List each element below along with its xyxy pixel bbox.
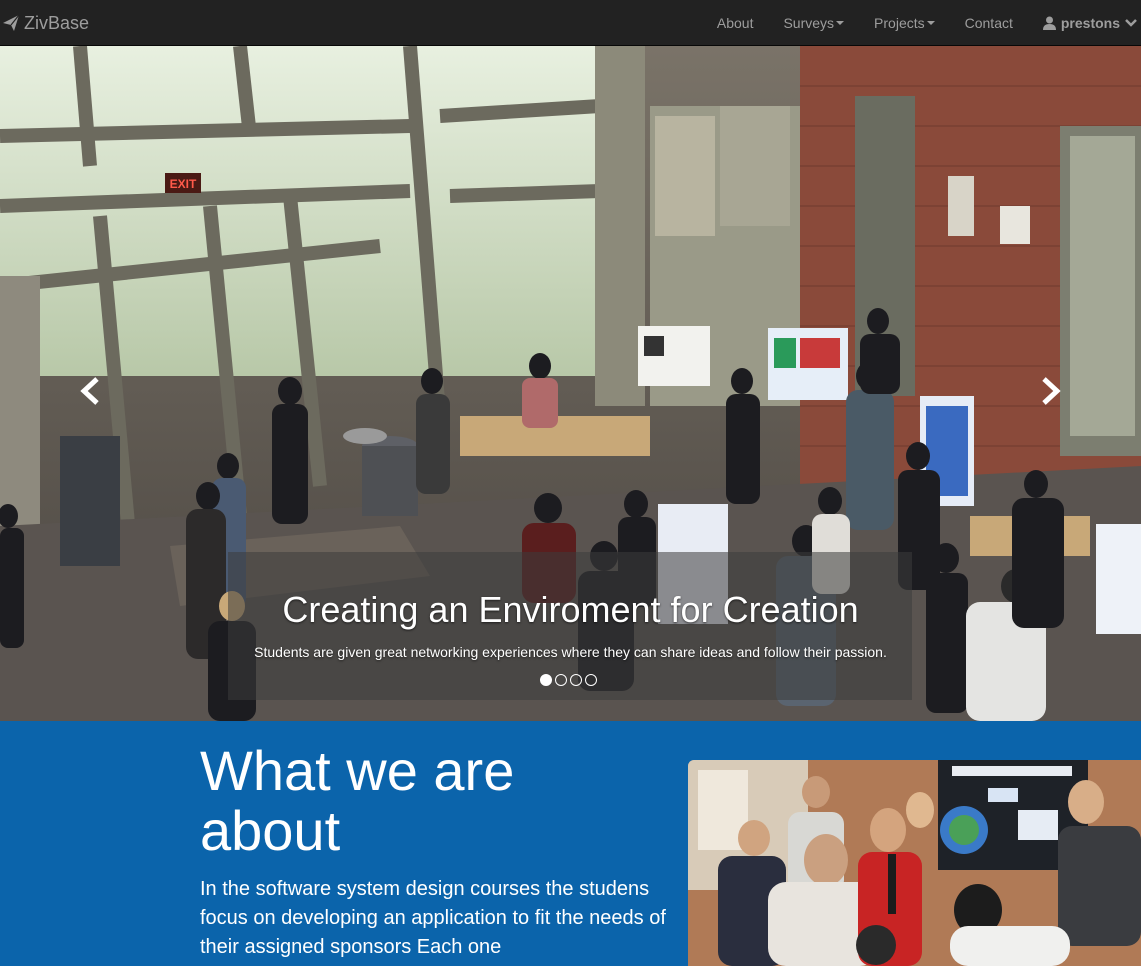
about-section: What we are about In the software system… bbox=[0, 721, 1141, 966]
nav-surveys-dropdown[interactable]: Surveys bbox=[768, 0, 859, 46]
chevron-down-icon bbox=[1125, 19, 1137, 27]
carousel-caption-text: Students are given great networking expe… bbox=[254, 644, 887, 660]
about-photo bbox=[688, 760, 1141, 966]
brand-name: ZivBase bbox=[24, 12, 90, 33]
students-photo-image bbox=[688, 760, 1141, 966]
carousel-indicator-4[interactable] bbox=[585, 674, 597, 686]
chevron-left-icon bbox=[80, 377, 99, 405]
nav-projects-label: Projects bbox=[874, 15, 925, 31]
carousel-next-button[interactable] bbox=[1031, 371, 1071, 411]
username: prestons bbox=[1060, 15, 1120, 31]
carousel-prev-button[interactable] bbox=[70, 371, 110, 411]
user-menu-dropdown[interactable]: prestons bbox=[1028, 0, 1141, 46]
nav-surveys-label: Surveys bbox=[783, 15, 835, 31]
exit-sign-text: EXIT bbox=[170, 177, 197, 191]
carousel-caption-title: Creating an Enviroment for Creation bbox=[282, 589, 859, 630]
navbar: ZivBase About Surveys Projects Contact p… bbox=[0, 0, 1141, 46]
nav-about[interactable]: About bbox=[702, 0, 769, 46]
about-heading: What we are about bbox=[200, 741, 660, 861]
carousel-indicator-3[interactable] bbox=[570, 674, 582, 686]
caret-down-icon bbox=[926, 21, 935, 25]
about-description: In the software system design courses th… bbox=[200, 878, 666, 958]
main-nav: About Surveys Projects Contact prestons bbox=[702, 0, 1141, 46]
caret-down-icon bbox=[836, 21, 845, 25]
brand-link[interactable]: ZivBase bbox=[2, 0, 89, 46]
chevron-right-icon bbox=[1042, 377, 1061, 405]
about-heading-line2: about bbox=[200, 799, 341, 862]
about-heading-line1: What we are bbox=[200, 739, 515, 802]
paper-plane-icon bbox=[3, 14, 20, 31]
nav-contact-label: Contact bbox=[964, 15, 1013, 31]
nav-contact[interactable]: Contact bbox=[950, 0, 1028, 46]
hero-carousel: EXIT Creating an Enviroment for Creation… bbox=[0, 46, 1141, 721]
user-icon bbox=[1042, 16, 1056, 30]
carousel-indicator-2[interactable] bbox=[555, 674, 567, 686]
carousel-indicators bbox=[540, 674, 597, 686]
carousel-indicator-1[interactable] bbox=[540, 674, 552, 686]
nav-about-label: About bbox=[716, 15, 754, 31]
nav-projects-dropdown[interactable]: Projects bbox=[859, 0, 950, 46]
